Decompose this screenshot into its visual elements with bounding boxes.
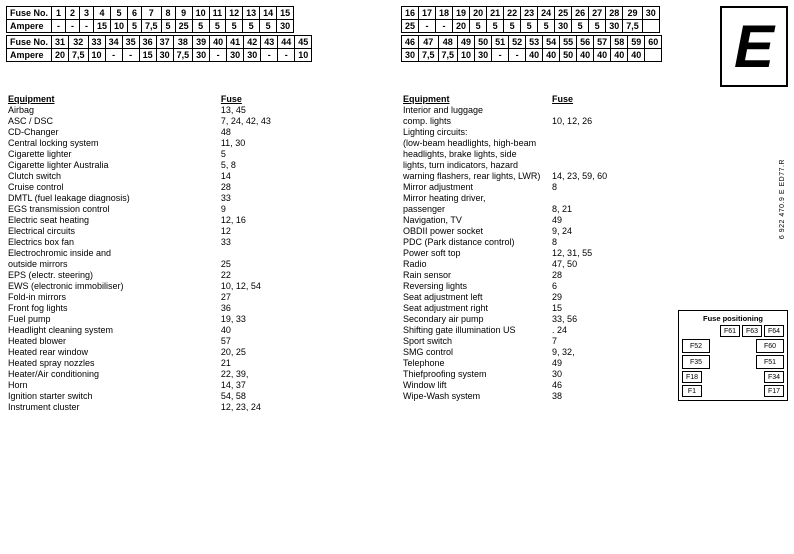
list-item: warning flashers, rear lights, LWR)14, 2… bbox=[401, 170, 672, 181]
list-item: lights, turn indicators, hazard bbox=[401, 159, 672, 170]
list-item: Mirror adjustment8 bbox=[401, 181, 672, 192]
list-item: CD-Changer48 bbox=[6, 126, 393, 137]
right-equipment-table: Equipment Fuse Interior and luggage comp… bbox=[401, 93, 672, 401]
left-table-1: Fuse No. 1234567 89101112131415 Ampere -… bbox=[6, 6, 294, 33]
main-container: Fuse No. 1234567 89101112131415 Ampere -… bbox=[0, 0, 794, 554]
list-item: Headlight cleaning system40 bbox=[6, 324, 393, 335]
list-item: Thiefproofing system30 bbox=[401, 368, 672, 379]
fuse-f52: F52 bbox=[682, 339, 710, 353]
list-item: Sport switch7 bbox=[401, 335, 672, 346]
right-content: Equipment Fuse Interior and luggage comp… bbox=[401, 93, 788, 401]
fuse-f60: F60 bbox=[756, 339, 784, 353]
right-table-1: 16171819202122 2324252627282930 25--2055… bbox=[401, 6, 660, 33]
list-item: OBDII power socket9, 24 bbox=[401, 225, 672, 236]
right-equipment-col: Equipment Fuse Interior and luggage comp… bbox=[401, 93, 672, 401]
list-item: Lighting circuits: bbox=[401, 126, 672, 137]
fuse-f51: F51 bbox=[756, 355, 784, 369]
list-item: SMG control9, 32, bbox=[401, 346, 672, 357]
list-item: Electrical circuits12 bbox=[6, 225, 393, 236]
left-table-2: Fuse No. 31323334353637 3839404142434445… bbox=[6, 35, 312, 62]
list-item: Interior and luggage bbox=[401, 104, 672, 115]
list-item: Clutch switch14 bbox=[6, 170, 393, 181]
list-item: Power soft top12, 31, 55 bbox=[401, 247, 672, 258]
list-item: Cruise control28 bbox=[6, 181, 393, 192]
list-item: PDC (Park distance control)8 bbox=[401, 236, 672, 247]
list-item: Cigarette lighter Australia5, 8 bbox=[6, 159, 393, 170]
list-item: Front fog lights36 bbox=[6, 302, 393, 313]
list-item: Seat adjustment left29 bbox=[401, 291, 672, 302]
fuse-positioning-title: Fuse positioning bbox=[682, 314, 784, 323]
list-item: Airbag13, 45 bbox=[6, 104, 393, 115]
list-item: Rain sensor28 bbox=[401, 269, 672, 280]
list-item: Radio47, 50 bbox=[401, 258, 672, 269]
big-e: E bbox=[720, 6, 788, 87]
right-table-2: 46474849505152 5354555657585960 307,57,5… bbox=[401, 35, 662, 62]
fuse-f63: F63 bbox=[742, 325, 762, 337]
list-item: Heated spray nozzles21 bbox=[6, 357, 393, 368]
list-item: Heated blower57 bbox=[6, 335, 393, 346]
fuse-f17: F17 bbox=[764, 385, 784, 397]
fuse-f64: F64 bbox=[764, 325, 784, 337]
list-item: Fuel pump19, 33 bbox=[6, 313, 393, 324]
left-equipment-col: Equipment Fuse Airbag13, 45 ASC / DSC7, … bbox=[6, 93, 393, 548]
list-item: outside mirrors25 bbox=[6, 258, 393, 269]
list-item: Secondary air pump33, 56 bbox=[401, 313, 672, 324]
list-item: EPS (electr. steering)22 bbox=[6, 269, 393, 280]
list-item: Fold-in mirrors27 bbox=[6, 291, 393, 302]
list-item: Ignition starter switch54, 58 bbox=[6, 390, 393, 401]
list-item: headlights, brake lights, side bbox=[401, 148, 672, 159]
right-section: Equipment Fuse Interior and luggage comp… bbox=[401, 93, 788, 548]
right-fuse-header: Fuse bbox=[550, 93, 672, 104]
list-item: Seat adjustment right15 bbox=[401, 302, 672, 313]
list-item: DMTL (fuel leakage diagnosis)33 bbox=[6, 192, 393, 203]
fuse-f1: F1 bbox=[682, 385, 702, 397]
list-item: Cigarette lighter5 bbox=[6, 148, 393, 159]
left-eq-header: Equipment bbox=[6, 93, 219, 104]
fuse-f35: F35 bbox=[682, 355, 710, 369]
list-item: (low-beam headlights, high-beam bbox=[401, 137, 672, 148]
right-eq-header: Equipment bbox=[401, 93, 550, 104]
left-equipment-table: Equipment Fuse Airbag13, 45 ASC / DSC7, … bbox=[6, 93, 393, 412]
list-item: Mirror heating driver, bbox=[401, 192, 672, 203]
list-item: ASC / DSC7, 24, 42, 43 bbox=[6, 115, 393, 126]
list-item: Electrics box fan33 bbox=[6, 236, 393, 247]
list-item: EWS (electronic immobiliser)10, 12, 54 bbox=[6, 280, 393, 291]
list-item: Reversing lights6 bbox=[401, 280, 672, 291]
list-item: Shifting gate illumination US. 24 bbox=[401, 324, 672, 335]
list-item: EGS transmission control9 bbox=[6, 203, 393, 214]
right-table-group: 16171819202122 2324252627282930 25--2055… bbox=[401, 6, 714, 87]
list-item: Navigation, TV49 bbox=[401, 214, 672, 225]
side-info: 6 922 470.9 E ED77.R Fuse positioning F6… bbox=[678, 93, 788, 401]
right-fuse-tables: 16171819202122 2324252627282930 25--2055… bbox=[401, 6, 788, 87]
list-item: Electrochromic inside and bbox=[6, 247, 393, 258]
list-item: Central locking system11, 30 bbox=[6, 137, 393, 148]
part-number: 6 922 470.9 E ED77.R bbox=[779, 159, 786, 239]
content-section: Equipment Fuse Airbag13, 45 ASC / DSC7, … bbox=[6, 93, 788, 548]
left-fuse-header: Fuse bbox=[219, 93, 393, 104]
list-item: comp. lights10, 12, 26 bbox=[401, 115, 672, 126]
list-item: Horn14, 37 bbox=[6, 379, 393, 390]
list-item: Window lift46 bbox=[401, 379, 672, 390]
list-item: passenger8, 21 bbox=[401, 203, 672, 214]
top-section: Fuse No. 1234567 89101112131415 Ampere -… bbox=[6, 6, 788, 87]
fuse-f61: F61 bbox=[720, 325, 740, 337]
list-item: Electric seat heating12, 16 bbox=[6, 214, 393, 225]
list-item: Telephone49 bbox=[401, 357, 672, 368]
list-item: Wipe-Wash system38 bbox=[401, 390, 672, 401]
list-item: Heated rear window20, 25 bbox=[6, 346, 393, 357]
list-item: Instrument cluster12, 23, 24 bbox=[6, 401, 393, 412]
fuse-f18: F18 bbox=[682, 371, 702, 383]
fuse-f34: F34 bbox=[764, 371, 784, 383]
list-item: Heater/Air conditioning22, 39, bbox=[6, 368, 393, 379]
left-fuse-tables: Fuse No. 1234567 89101112131415 Ampere -… bbox=[6, 6, 393, 87]
fuse-positioning-diagram: Fuse positioning F61 F63 F64 F52 F60 bbox=[678, 310, 788, 401]
